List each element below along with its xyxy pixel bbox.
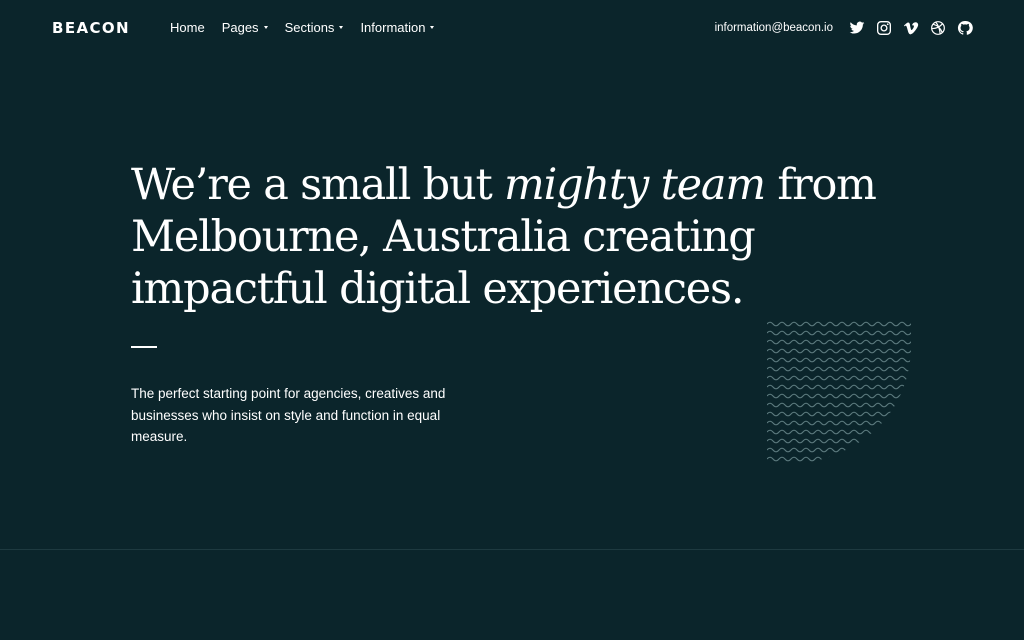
wave-pattern-decoration bbox=[767, 321, 911, 462]
nav-item-pages[interactable]: Pages bbox=[222, 20, 268, 36]
dribbble-icon[interactable] bbox=[930, 20, 946, 36]
hero-heading-start: We’re a small but bbox=[131, 160, 505, 210]
site-header: BEACON Home Pages Sections Information i… bbox=[0, 0, 1024, 58]
short-divider bbox=[131, 346, 157, 348]
caret-down-icon bbox=[263, 25, 268, 29]
caret-down-icon bbox=[430, 25, 435, 29]
nav-item-information[interactable]: Information bbox=[360, 20, 435, 36]
nav-item-label: Sections bbox=[284, 20, 335, 35]
main-menu: Home Pages Sections Information bbox=[170, 20, 435, 36]
github-icon[interactable] bbox=[957, 20, 973, 36]
hero-heading-emphasis: mighty team bbox=[504, 160, 766, 210]
brand-logo[interactable]: BEACON bbox=[52, 19, 130, 37]
nav-item-label: Home bbox=[170, 20, 205, 35]
social-links bbox=[849, 20, 973, 36]
twitter-icon[interactable] bbox=[849, 20, 865, 36]
section-divider bbox=[0, 549, 1024, 550]
instagram-icon[interactable] bbox=[876, 20, 892, 36]
hero-heading: We’re a small but mighty team from Melbo… bbox=[131, 159, 931, 315]
caret-down-icon bbox=[339, 25, 344, 29]
nav-item-sections[interactable]: Sections bbox=[285, 20, 344, 36]
nav-item-label: Pages bbox=[221, 20, 259, 35]
contact-email-link[interactable]: information@beacon.io bbox=[715, 21, 833, 35]
nav-item-label: Information bbox=[360, 20, 426, 35]
vimeo-icon[interactable] bbox=[903, 20, 919, 36]
hero-description: The perfect starting point for agencies,… bbox=[131, 386, 446, 444]
nav-item-home[interactable]: Home bbox=[170, 20, 205, 36]
